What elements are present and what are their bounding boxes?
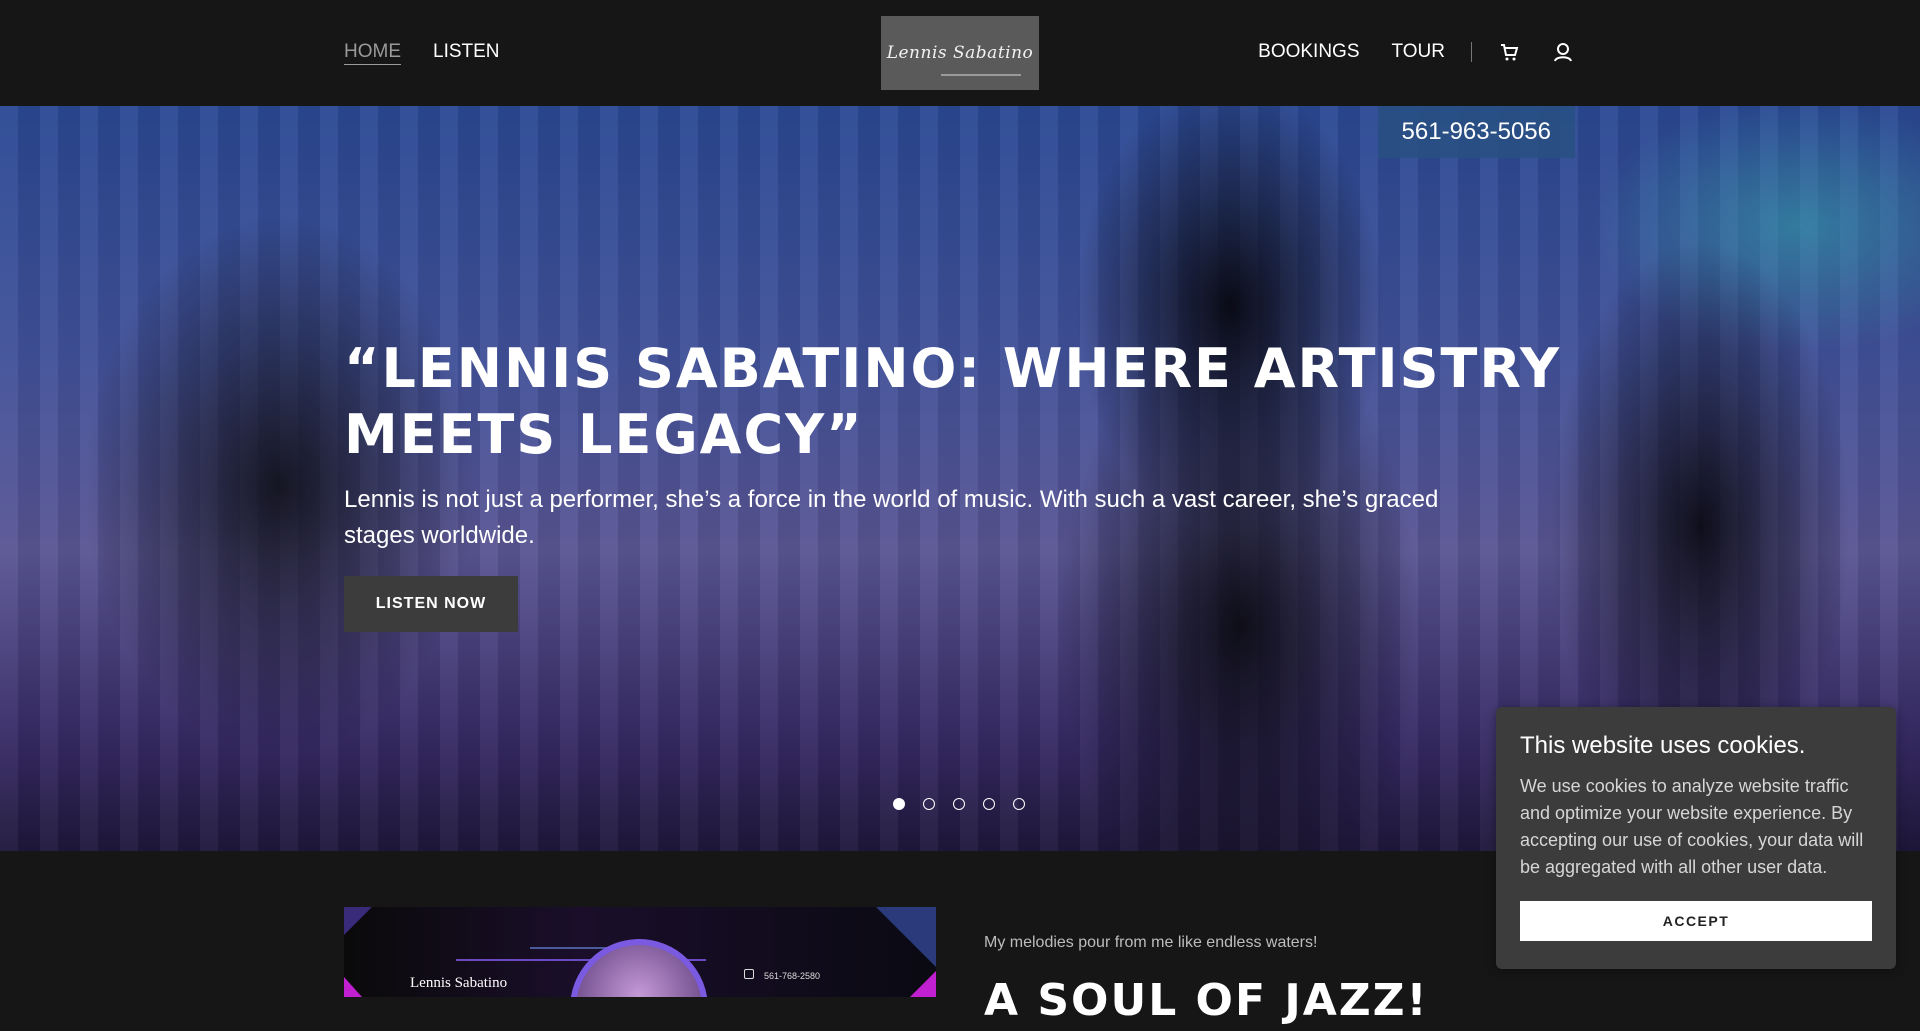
- promo-name: Lennis Sabatino: [410, 975, 508, 991]
- phone-icon: [744, 969, 754, 979]
- hero-subtitle: Lennis is not just a performer, she’s a …: [344, 486, 1439, 549]
- cookie-banner: This website uses cookies. We use cookie…: [1496, 707, 1896, 969]
- nav-divider: [1471, 42, 1472, 62]
- cart-icon[interactable]: [1498, 41, 1520, 63]
- hero-content: “LENNIS SABATINO: WHERE ARTISTRY MEETS L…: [344, 336, 1584, 632]
- nav-right: BOOKINGS TOUR: [1258, 40, 1574, 64]
- logo-text: Lennis Sabatino: [886, 43, 1034, 63]
- listen-now-button[interactable]: LISTEN NOW: [344, 576, 518, 632]
- phone-number-badge[interactable]: 561-963-5056: [1377, 106, 1575, 158]
- user-icon[interactable]: [1552, 41, 1574, 63]
- promo-decoration: [344, 977, 362, 997]
- nav-link-home[interactable]: HOME: [344, 40, 401, 65]
- accept-cookies-button[interactable]: ACCEPT: [1520, 901, 1872, 941]
- slide-dot[interactable]: [953, 798, 965, 810]
- slide-dot[interactable]: [1013, 798, 1025, 810]
- cookie-text: We use cookies to analyze website traffi…: [1520, 776, 1864, 877]
- cookie-title: This website uses cookies.: [1520, 732, 1806, 759]
- hero-title: “LENNIS SABATINO: WHERE ARTISTRY MEETS L…: [344, 337, 1562, 466]
- nav-link-bookings[interactable]: BOOKINGS: [1258, 40, 1359, 64]
- section-title: A SOUL OF JAZZ!: [984, 975, 1429, 1026]
- site-logo[interactable]: Lennis Sabatino: [881, 16, 1039, 90]
- promo-decoration: [910, 971, 936, 997]
- slide-dot[interactable]: [923, 798, 935, 810]
- site-header: HOME LISTEN Lennis Sabatino BOOKINGS TOU…: [0, 0, 1920, 106]
- nav-left: HOME LISTEN: [344, 40, 500, 65]
- logo-underline: [941, 74, 1021, 76]
- promo-phone: 561-768-2580: [764, 971, 821, 981]
- promo-decoration: [344, 907, 372, 935]
- slideshow-dots: [893, 798, 1025, 810]
- slide-dot[interactable]: [893, 798, 905, 810]
- promo-decoration: [876, 907, 936, 967]
- nav-link-tour[interactable]: TOUR: [1392, 40, 1445, 64]
- nav-link-listen[interactable]: LISTEN: [433, 40, 500, 65]
- promo-image: Lennis Sabatino 561-768-2580: [344, 907, 936, 997]
- section-tagline: My melodies pour from me like endless wa…: [984, 934, 1318, 951]
- slide-dot[interactable]: [983, 798, 995, 810]
